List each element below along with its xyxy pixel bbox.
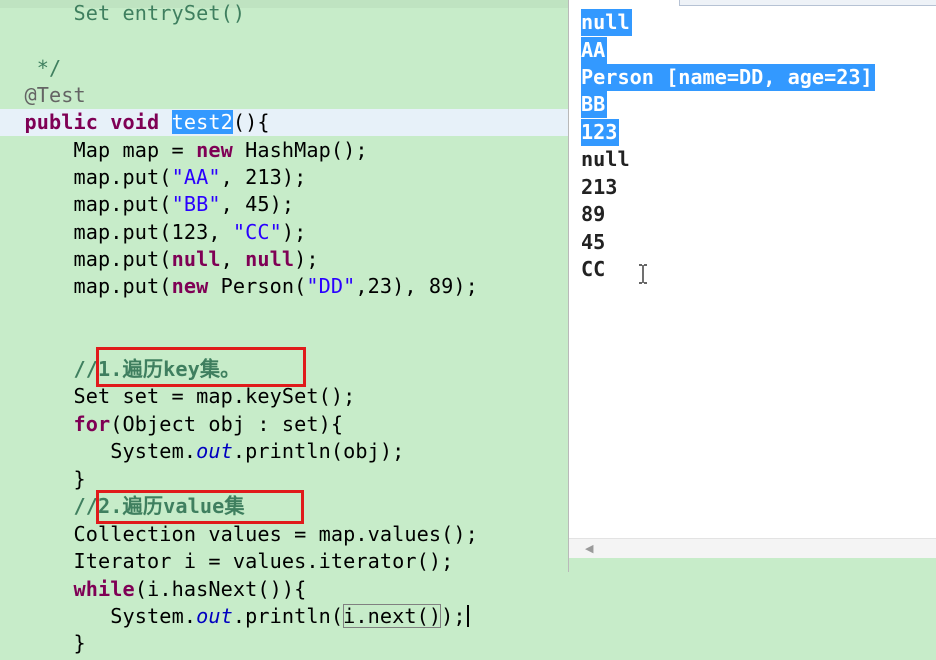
console-bottom-edge xyxy=(569,558,936,572)
code-line-while[interactable]: while(i.hasNext()){ xyxy=(0,576,568,603)
screen: Set entrySet() */ @Test public void test… xyxy=(0,0,936,660)
matched-bracket-expression: i.next() xyxy=(343,604,442,628)
put-tail: , 213); xyxy=(220,165,307,189)
for-tail: (Object obj : set){ xyxy=(110,412,344,436)
keyword-null: null xyxy=(245,247,295,271)
put-head: map.put( xyxy=(73,274,172,298)
code-line-put-aa[interactable]: map.put("AA", 213); xyxy=(0,164,568,191)
console-output-line[interactable]: Person [name=DD, age=23] xyxy=(581,64,875,91)
put-mid: , xyxy=(220,247,246,271)
println-mid: .println( xyxy=(232,604,344,628)
code-line-println-next[interactable]: System.out.println(i.next()); xyxy=(0,603,568,630)
put-tail: ,23), 89); xyxy=(355,274,478,298)
comment-end: */ xyxy=(36,56,62,80)
console-output-line[interactable]: AA xyxy=(581,37,608,64)
put-tail: ); xyxy=(294,247,319,271)
code-line-entryset[interactable]: Set entrySet() xyxy=(0,0,568,27)
text-cursor xyxy=(466,605,469,627)
println-tail: .println(obj); xyxy=(232,439,405,463)
code-line-println-obj[interactable]: System.out.println(obj); xyxy=(0,438,568,465)
console-output-line[interactable]: null xyxy=(581,9,632,36)
iterator-decl: Iterator i = values.iterator(); xyxy=(73,549,454,573)
code-line-put-null[interactable]: map.put(null, null); xyxy=(0,246,568,273)
chevron-left-icon[interactable]: ◀ xyxy=(585,541,593,557)
console-output-line[interactable]: null xyxy=(581,146,630,173)
code-line-comment-keyset[interactable]: //1.遍历key集。 xyxy=(0,356,568,383)
string-literal: "CC" xyxy=(232,220,282,244)
code-line-close-for[interactable]: } xyxy=(0,466,568,493)
println-tail: ); xyxy=(441,604,466,628)
put-head: map.put( xyxy=(73,192,172,216)
while-tail: (i.hasNext()){ xyxy=(134,577,307,601)
println-head: System. xyxy=(110,439,197,463)
comment-values: //2.遍历value集 xyxy=(73,494,245,518)
static-field-out: out xyxy=(196,439,233,463)
keyword-new: new xyxy=(171,274,209,298)
code-line-comment-end[interactable]: */ xyxy=(0,55,568,82)
put-mid: Person( xyxy=(208,274,307,298)
console-output-line[interactable]: 123 xyxy=(581,119,620,146)
code-line-put-123[interactable]: map.put(123, "CC"); xyxy=(0,219,568,246)
console-horizontal-scrollbar[interactable]: ◀ xyxy=(569,538,936,558)
keyword-while: while xyxy=(73,577,135,601)
keyword-public-void: public void xyxy=(24,110,160,134)
code-line-for[interactable]: for(Object obj : set){ xyxy=(0,411,568,438)
code-line-collection-decl[interactable]: Collection values = map.values(); xyxy=(0,521,568,548)
map-decl-head: Map map = xyxy=(73,138,197,162)
string-literal: "DD" xyxy=(306,274,356,298)
println-head: System. xyxy=(110,604,197,628)
comment-keyset: //1.遍历key集。 xyxy=(73,357,241,381)
selected-method-name[interactable]: test2 xyxy=(171,110,233,134)
put-tail: , 45); xyxy=(220,192,295,216)
method-signature-tail: (){ xyxy=(232,110,270,134)
string-literal: "AA" xyxy=(171,165,221,189)
code-editor[interactable]: Set entrySet() */ @Test public void test… xyxy=(0,0,568,660)
console-output-line[interactable]: BB xyxy=(581,91,608,118)
code-line-iterator-decl[interactable]: Iterator i = values.iterator(); xyxy=(0,548,568,575)
put-head: map.put( xyxy=(73,165,172,189)
close-brace: } xyxy=(73,467,86,491)
keyword-null: null xyxy=(171,247,221,271)
code-line-put-bb[interactable]: map.put("BB", 45); xyxy=(0,191,568,218)
code-line-close-while[interactable]: } xyxy=(0,630,568,657)
map-decl-tail: HashMap(); xyxy=(232,138,368,162)
console-output-line[interactable]: 45 xyxy=(581,229,605,256)
code-line-set-decl[interactable]: Set set = map.keySet(); xyxy=(0,383,568,410)
code-line-map-decl[interactable]: Map map = new HashMap(); xyxy=(0,137,568,164)
close-brace: } xyxy=(73,631,86,655)
code-line-comment-values[interactable]: //2.遍历value集 xyxy=(0,493,568,520)
keyword-for: for xyxy=(73,412,111,436)
static-field-out: out xyxy=(196,604,233,628)
put-head: map.put( xyxy=(73,247,172,271)
code-line-put-person[interactable]: map.put(new Person("DD",23), 89); xyxy=(0,273,568,300)
code-line-method-signature[interactable]: public void test2(){ xyxy=(0,109,568,136)
console-toolbar-edge xyxy=(679,0,936,6)
collection-decl: Collection values = map.values(); xyxy=(73,522,478,546)
put-head: map.put(123, xyxy=(73,220,233,244)
set-decl: Set set = map.keySet(); xyxy=(73,384,356,408)
console-output-line[interactable]: CC xyxy=(581,256,605,283)
console-output-line[interactable]: 89 xyxy=(581,201,605,228)
put-tail: ); xyxy=(281,220,307,244)
console-output-line[interactable]: 213 xyxy=(581,174,617,201)
code-comment-text: Set entrySet() xyxy=(73,1,246,25)
console-view[interactable]: null AA Person [name=DD, age=23] BB 123 … xyxy=(568,0,936,572)
string-literal: "BB" xyxy=(171,192,221,216)
code-line-annotation[interactable]: @Test xyxy=(0,82,568,109)
keyword-new: new xyxy=(196,138,233,162)
test-annotation: @Test xyxy=(24,83,86,107)
